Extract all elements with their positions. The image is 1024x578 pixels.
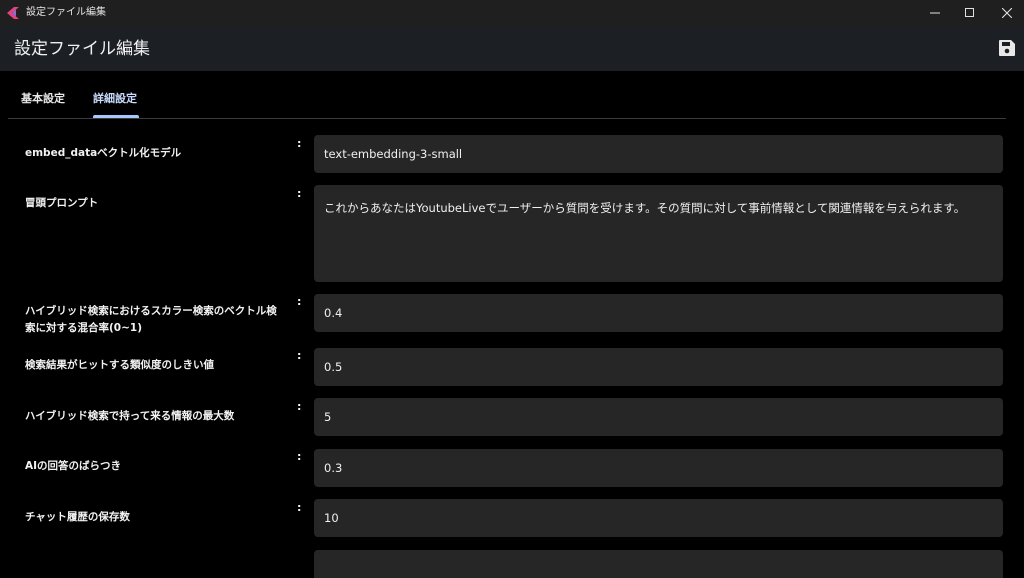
window-title: 設定ファイル編集 — [26, 7, 106, 18]
embed-model-label: embed_dataベクトル化モデル — [25, 147, 182, 159]
similarity-threshold-input[interactable]: 0.5 — [314, 348, 1003, 386]
ai-temperature-label: AIの回答のばらつき — [25, 460, 122, 472]
hybrid-mix-ratio-colon: : — [297, 295, 302, 308]
chat-history-count-label: チャット履歴の保存数 — [25, 511, 130, 523]
app-bar: 設定ファイル編集 — [0, 26, 1024, 71]
chat-history-count-input[interactable]: 10 — [314, 499, 1003, 537]
minimize-icon — [930, 12, 940, 14]
tab-advanced-settings[interactable]: 詳細設定 — [93, 92, 137, 106]
close-button[interactable] — [990, 0, 1024, 26]
maximize-button[interactable] — [953, 0, 987, 26]
hybrid-mix-ratio-input[interactable]: 0.4 — [314, 294, 1003, 332]
chat-history-count-colon: : — [297, 501, 302, 514]
opening-prompt-colon: : — [297, 187, 302, 200]
ai-temperature-input[interactable]: 0.3 — [314, 449, 1003, 487]
save-icon[interactable] — [998, 39, 1016, 57]
close-icon — [1002, 8, 1012, 18]
page-title: 設定ファイル編集 — [14, 39, 150, 59]
active-tab-indicator — [93, 115, 139, 118]
settings-window: 設定ファイル編集 設定ファイル編集 基本設定 詳細設定 embed_dataベク… — [0, 0, 1024, 578]
ai-temperature-colon: : — [297, 450, 302, 463]
maximize-icon — [965, 8, 974, 17]
embed-model-input[interactable]: text-embedding-3-small — [314, 135, 1003, 173]
similarity-threshold-label: 検索結果がヒットする類似度のしきい値 — [25, 359, 214, 371]
window-titlebar[interactable]: 設定ファイル編集 — [0, 0, 1024, 26]
settings-form: embed_dataベクトル化モデル : text-embedding-3-sm… — [0, 119, 1024, 578]
opening-prompt-textarea[interactable]: これからあなたはYoutubeLiveでユーザーから質問を受けます。その質問に対… — [314, 185, 1003, 282]
minimize-button[interactable] — [918, 0, 952, 26]
similarity-threshold-colon: : — [297, 349, 302, 362]
hybrid-mix-ratio-label: ハイブリッド検索におけるスカラー検索のベクトル検索に対する混合率(0~1) — [25, 305, 277, 334]
app-logo-icon — [7, 7, 19, 19]
hybrid-max-results-colon: : — [297, 400, 302, 413]
next-setting-input[interactable] — [314, 550, 1003, 578]
settings-tabs: 基本設定 詳細設定 — [8, 71, 1006, 119]
hybrid-max-results-input[interactable]: 5 — [314, 398, 1003, 436]
opening-prompt-label: 冒頭プロンプト — [25, 197, 99, 209]
tab-basic-settings[interactable]: 基本設定 — [21, 92, 65, 106]
hybrid-max-results-label: ハイブリッド検索で持って来る情報の最大数 — [25, 410, 235, 422]
embed-model-colon: : — [297, 137, 302, 150]
